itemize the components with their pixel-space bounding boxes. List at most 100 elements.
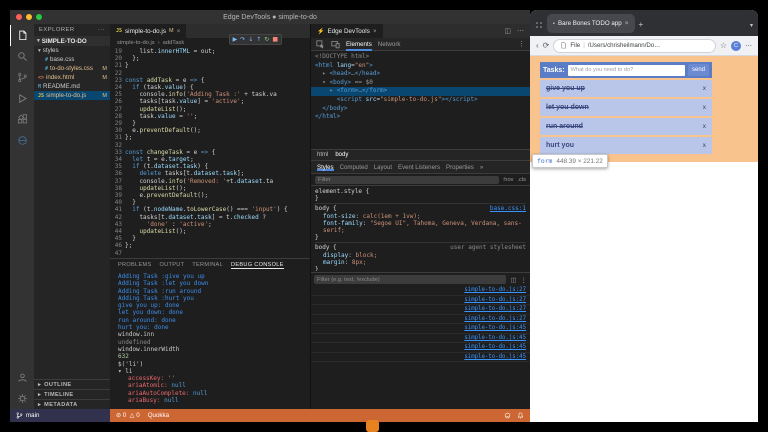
feedback-icon[interactable] [504,412,511,419]
extensions-activity-button[interactable] [10,109,34,130]
source-control-activity-button[interactable] [10,67,34,88]
dom-tree[interactable]: <!DOCTYPE html> <html lang="en"> ▸ <head>… [311,51,530,149]
debug-step-into-button[interactable]: ↓ [248,36,253,43]
console-settings-icon[interactable]: ◫ [510,276,516,284]
log-location-link[interactable]: simple-to-do.js:45 [464,335,526,341]
favorites-star-icon[interactable]: ☆ [720,41,727,50]
dom-node[interactable]: <html lang="en"> [311,62,530,71]
delete-task-button[interactable]: x [703,85,706,92]
log-location-link[interactable]: simple-to-do.js:27 [464,287,526,293]
pane-tab-computed[interactable]: Computed [340,164,368,171]
console-entry[interactable]: simple-to-do.js:45 [311,334,530,343]
back-icon[interactable]: ‹ [536,41,539,50]
log-location-link[interactable]: simple-to-do.js:45 [464,354,526,360]
pane-tab-styles[interactable]: Styles [317,164,334,171]
tab-simple-to-do-js[interactable]: JS simple-to-do.js M × [110,24,187,38]
console-entry[interactable]: simple-to-do.js:27 [311,296,530,305]
log-location-link[interactable]: simple-to-do.js:27 [464,316,526,322]
debug-step-over-button[interactable]: ↷ [240,36,245,43]
tree-item-index.html[interactable]: <> index.html M [34,73,110,82]
delete-task-button[interactable]: x [703,142,706,149]
log-location-link[interactable]: simple-to-do.js:27 [464,297,526,303]
delete-task-button[interactable]: x [703,123,706,130]
dom-node[interactable]: </html> [311,113,530,122]
pane-tab-layout[interactable]: Layout [374,164,392,171]
browser-more-icon[interactable]: ⋯ [745,42,752,50]
breadcrumb-file[interactable]: simple-to-do.js [117,40,155,46]
task-item[interactable]: hurt you x [540,137,712,154]
hover-state-toggle[interactable]: :hov [503,177,514,183]
console-entry[interactable]: simple-to-do.js:27 [311,315,530,324]
tree-item-base.css[interactable]: # base.css [34,55,110,64]
close-tab-icon[interactable]: × [373,28,377,35]
tree-item-README.md[interactable]: M README.md [34,82,110,91]
tab-actions-icon[interactable] [535,21,543,29]
css-source-link[interactable]: user agent stylesheet [450,244,526,251]
dock-app-icon[interactable] [366,420,379,432]
log-location-link[interactable]: simple-to-do.js:45 [464,344,526,350]
inspect-icon[interactable] [316,39,325,49]
explorer-more-icon[interactable]: ··· [98,27,105,33]
minimize-window-button[interactable] [26,14,32,20]
settings-button[interactable] [10,388,34,409]
editor-more-icon[interactable]: ⋯ [517,27,524,35]
send-button[interactable]: send [687,64,709,76]
refresh-icon[interactable]: ⟳ [543,41,550,50]
task-input[interactable]: What do you need to do? [567,64,685,76]
browser-tab-active[interactable]: ▪ Bare Bones TODO app × [547,14,635,33]
console-entry[interactable]: simple-to-do.js:45 [311,353,530,362]
crumb-html[interactable]: html [317,152,328,158]
debug-restart-button[interactable]: ↻ [264,36,269,43]
dom-node[interactable]: ▾ <body> == $0 [311,79,530,88]
section-timeline[interactable]: ▸ TIMELINE [34,389,110,399]
log-location-link[interactable]: simple-to-do.js:45 [464,325,526,331]
devtools-tab-network[interactable]: Network [378,38,401,51]
class-toggle[interactable]: .cls [517,177,526,183]
console-entry[interactable]: simple-to-do.js:27 [311,305,530,315]
project-root[interactable]: ▾ SIMPLE-TO-DO [34,36,110,46]
tab-list-chevron-icon[interactable]: ▾ [750,22,753,29]
close-tab-icon[interactable]: × [177,28,181,35]
log-location-link[interactable]: simple-to-do.js:27 [464,306,526,312]
dom-node[interactable]: <!DOCTYPE html> [311,53,530,62]
css-source-link[interactable]: base.css:1 [490,205,526,212]
panel-tab-terminal[interactable]: TERMINAL [192,262,223,268]
debug-console-output[interactable]: Adding Task :give you up Adding Task :let… [110,271,310,404]
close-window-button[interactable] [16,14,22,20]
task-item[interactable]: give you up x [540,80,712,97]
dom-node[interactable]: ▸ <form>…</form> [311,87,530,96]
dom-node[interactable]: <script src="simple-to-do.js"></script> [311,96,530,105]
search-activity-button[interactable] [10,46,34,67]
device-emulation-icon[interactable] [331,40,340,49]
address-bar[interactable]: File | /Users/chrisheilmann/Do… [553,38,716,53]
task-item[interactable]: let you down x [540,99,712,116]
delete-task-button[interactable]: x [703,104,706,111]
panes-overflow-icon[interactable]: » [480,164,483,171]
styles-filter-input[interactable]: Filter [315,175,499,184]
status-problems[interactable]: ⊘ 0 △ 0 [116,412,140,419]
section-outline[interactable]: ▸ OUTLINE [34,379,110,389]
code-editor[interactable]: 19 20 21 22 23 24 25 26 27 28 29 30 31 32 33 34 35 36 37 38… [110,48,310,258]
crumb-body[interactable]: body [335,152,348,158]
accounts-button[interactable] [10,367,34,388]
panel-tab-debug-console[interactable]: DEBUG CONSOLE [230,262,284,269]
status-quokka[interactable]: Quokka [148,412,169,419]
status-branch-item[interactable]: main [10,409,110,422]
split-editor-icon[interactable]: ◫ [504,27,511,35]
vscode-title-bar[interactable]: Edge DevTools ● simple-to-do [10,10,530,24]
debug-stop-button[interactable]: ■ [272,36,278,43]
console-entry[interactable]: simple-to-do.js:45 [311,324,530,334]
section-metadata[interactable]: ▸ METADATA [34,399,110,409]
explorer-activity-button[interactable] [10,25,34,46]
maximize-window-button[interactable] [36,14,42,20]
breadcrumb-symbol[interactable]: addTask [163,40,185,46]
new-tab-button[interactable]: + [639,20,644,29]
tab-edge-devtools[interactable]: ⚡ Edge DevTools × [311,24,383,38]
console-entry[interactable]: simple-to-do.js:45 [311,343,530,353]
console-menu-icon[interactable]: ⋮ [521,276,528,284]
debug-step-out-button[interactable]: ↑ [256,36,261,43]
tree-item-to-do-styles.css[interactable]: # to-do-styles.css M [34,64,110,73]
edge-devtools-activity-button[interactable] [10,130,34,151]
dom-node[interactable]: </body> [311,105,530,114]
css-rules-list[interactable]: element.style {} body {base.css:1 font-siz… [311,186,530,271]
